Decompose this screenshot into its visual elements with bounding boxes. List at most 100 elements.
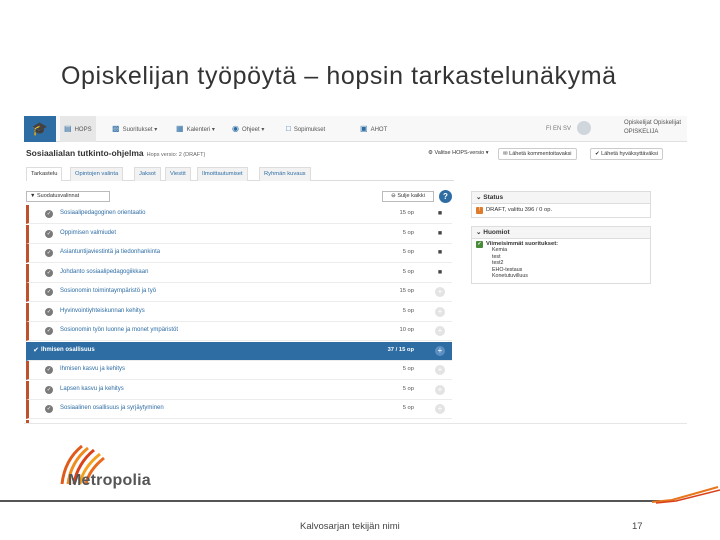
group-row[interactable]: ✔ Ihmisen osallisuus 37 / 15 op + (26, 341, 452, 361)
notes-panel: ⌄ Huomiot ✓ Viimeisimmät suoritukset: Kem… (471, 226, 651, 284)
user-role: Opiskelijat Opiskelijat (623, 120, 681, 126)
table-row[interactable]: ✓ Hyvinvointiyhteiskunnan kehitys 5 op + (26, 302, 452, 322)
course-name[interactable]: Johdanto sosiaalipedagogiikkaan (60, 269, 148, 275)
course-credits: 5 op (402, 249, 414, 255)
tab-opintojen-valinta[interactable]: Opintojen valinta (70, 167, 124, 181)
course-name[interactable]: Ihmisen kasvu ja kehitys (60, 366, 125, 372)
course-credits: 5 op (402, 307, 414, 314)
table-row[interactable]: ✓ Asiantuntijaviestintä ja tiedonhankinta… (26, 244, 452, 263)
hops-version-select[interactable]: ⚙ Valitse HOPS-versio ▾ (424, 148, 493, 160)
document-icon: □ (286, 124, 291, 133)
nav-hops[interactable]: ▤ HOPS (60, 116, 96, 142)
table-row[interactable]: ✓ Sosiaalinen osallisuus ja syrjäytyminen… (26, 400, 452, 419)
top-navbar: 🎓 ▤ HOPS ▩ Suoritukset ▾ ▦ Kalenteri ▾ ◉ Ohj… (24, 116, 687, 142)
tab-ryhman-kuvaus[interactable]: Ryhmän kuvaus (259, 167, 311, 181)
check-icon: ✓ (45, 229, 53, 238)
calendar-icon: ▦ (176, 124, 184, 133)
plus-icon[interactable]: + (435, 345, 445, 356)
tab-ilmoittautumiset[interactable]: Ilmoittautumiset (197, 167, 248, 181)
check-icon: ✓ (45, 307, 53, 316)
course-credits: 5 op (402, 268, 414, 275)
user-menu[interactable]: Opiskelijat Opiskelijat OPISKELIJA (624, 119, 681, 137)
bar-chart-icon: ▩ (112, 124, 120, 133)
hops-icon: ▤ (64, 124, 72, 133)
course-credits: 10 op (399, 327, 414, 333)
plus-icon[interactable]: + (435, 326, 445, 336)
check-square-icon: ✓ (476, 241, 483, 248)
plus-icon[interactable]: + (435, 365, 445, 375)
status-panel-header[interactable]: ⌄ Status (472, 192, 650, 204)
send-approve-button[interactable]: ✔ Lähetä hyväksyttäväksi (590, 148, 664, 160)
latest-completions-list: Kemia test test2 EHO-testaus Konetutuvil… (472, 247, 650, 283)
lightbulb-icon: ◉ (232, 124, 239, 133)
check-icon: ✓ (45, 210, 53, 218)
table-row[interactable]: ✓Lasten ja lapsiperheiden arki suomalais… (26, 419, 452, 425)
course-name[interactable]: Sosiaalipedagoginen orientaatio (60, 210, 145, 216)
course-name[interactable]: Oppimisen valmiudet (60, 230, 116, 236)
table-row[interactable]: ✓ Lapsen kasvu ja kehitys 5 op + (26, 380, 452, 400)
filter-icon: ▼ (30, 193, 37, 199)
table-row[interactable]: ✓ Ihmisen kasvu ja kehitys 5 op + (26, 361, 452, 380)
program-header: Sosiaalialan tutkinto-ohjelma Hops versio… (24, 148, 687, 162)
language-selector[interactable]: FI EN SV (546, 116, 571, 142)
graduation-cap-icon[interactable]: 🎓 (24, 116, 56, 142)
course-name[interactable]: Asiantuntijaviestintä ja tiedonhankinta (60, 249, 160, 255)
app-screenshot: 🎓 ▤ HOPS ▩ Suoritukset ▾ ▦ Kalenteri ▾ ◉ Ohj… (24, 116, 687, 424)
course-credits: 37 / 15 op (387, 346, 414, 353)
course-credits: 5 op (402, 229, 414, 236)
check-icon: ✓ (45, 268, 53, 277)
tab-viestit[interactable]: Viestit (165, 167, 191, 181)
ahot-icon: ▣ (360, 124, 368, 133)
plus-icon[interactable]: + (435, 306, 445, 317)
comment-icon[interactable]: ■ (435, 229, 445, 239)
table-row[interactable]: ✓ Sosionomin toimintaympäristö ja työ 15 o… (26, 283, 452, 302)
nav-ahot[interactable]: ▣ AHOT (360, 116, 387, 142)
check-icon: ✓ (45, 249, 53, 257)
table-row[interactable]: ✓ Sosiaalipedagoginen orientaatio 15 op ■ (26, 205, 452, 224)
course-name[interactable]: Hyvinvointiyhteiskunnan kehitys (60, 308, 145, 314)
notes-panel-header[interactable]: ⌄ Huomiot (472, 227, 650, 239)
course-credits: 5 op (402, 366, 414, 372)
tab-tarkastelu[interactable]: Tarkastelu (26, 167, 63, 181)
footer-divider (0, 500, 660, 502)
check-icon: ✓ (45, 327, 53, 335)
plus-icon[interactable]: + (435, 384, 445, 395)
status-icon: ! (476, 207, 483, 214)
check-icon: ✓ (45, 405, 53, 413)
table-row[interactable]: ✓ Sosionomin työn luonne ja monet ympäris… (26, 322, 452, 341)
latest-completions-label: ✓ Viimeisimmät suoritukset: (476, 241, 559, 248)
filter-button[interactable]: ▼ Suodatusvalinnat (26, 191, 110, 202)
plus-icon[interactable]: + (435, 424, 445, 425)
logo-text: Metropolia (68, 472, 151, 489)
nav-ohjeet[interactable]: ◉ Ohjeet ▾ (232, 116, 264, 142)
course-name[interactable]: Sosionomin toimintaympäristö ja työ (60, 288, 156, 294)
status-line: ! DRAFT, valittu 396 / 0 op. (472, 204, 650, 217)
course-credits: 15 op (399, 288, 414, 294)
page-title: Sosiaalialan tutkinto-ohjelma Hops versio… (26, 148, 206, 158)
comment-icon[interactable]: ■ (435, 209, 445, 219)
check-icon: ✓ (45, 288, 53, 296)
tab-bar: Tarkastelu Opintojen valinta Jaksot Vies… (26, 167, 454, 181)
comment-icon[interactable]: ■ (435, 268, 445, 278)
check-icon: ✔ (33, 346, 39, 354)
avatar[interactable] (577, 121, 591, 135)
course-name[interactable]: Sosiaalinen osallisuus ja syrjäytyminen (60, 405, 164, 411)
table-row[interactable]: ✓ Oppimisen valmiudet 5 op ■ (26, 224, 452, 244)
nav-suoritukset[interactable]: ▩ Suoritukset ▾ (112, 116, 157, 142)
table-row[interactable]: ✓ Johdanto sosiaalipedagogiikkaan 5 op ■ (26, 263, 452, 283)
course-credits: 5 op (402, 405, 414, 411)
course-name[interactable]: Sosionomin työn luonne ja monet ympärist… (60, 327, 178, 333)
slide-title: Opiskelijan työpöytä – hopsin tarkastelu… (61, 62, 617, 90)
send-comment-button[interactable]: ✉ Lähetä kommentoitavaksi (498, 148, 577, 160)
user-name: OPISKELIJA (623, 129, 659, 135)
tab-jaksot[interactable]: Jaksot (134, 167, 161, 181)
plus-icon[interactable]: + (435, 404, 445, 414)
course-name[interactable]: Ihmisen osallisuus (41, 347, 95, 353)
collapse-all-button[interactable]: ⊖ Sulje kaikki (382, 191, 434, 202)
help-icon[interactable]: ? (439, 190, 452, 203)
course-name[interactable]: Lapsen kasvu ja kehitys (60, 386, 124, 392)
nav-sopimukset[interactable]: □ Sopimukset (286, 116, 325, 142)
plus-icon[interactable]: + (435, 287, 445, 297)
nav-kalenteri[interactable]: ▦ Kalenteri ▾ (176, 116, 215, 142)
comment-icon[interactable]: ■ (435, 248, 445, 258)
